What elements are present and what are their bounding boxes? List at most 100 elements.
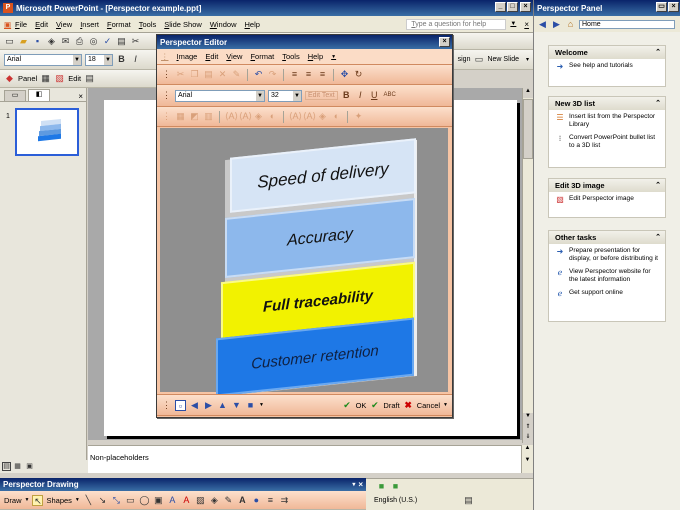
spelling-icon[interactable]: ✓ <box>102 36 113 47</box>
text-color-icon[interactable]: A <box>237 495 248 506</box>
print-icon[interactable]: ⎙ <box>74 36 85 47</box>
chevron-down-icon[interactable]: ▼ <box>259 402 264 408</box>
editor-close-button[interactable]: × <box>439 37 450 47</box>
maximize-button[interactable]: □ <box>507 2 518 12</box>
next-slide-icon[interactable]: ⇓ <box>523 433 533 443</box>
color-icon[interactable]: ◈ <box>253 111 264 122</box>
scroll-down-arrow[interactable]: ▼ <box>523 413 533 423</box>
collapse-icon[interactable]: ⌃ <box>655 46 661 59</box>
notes-pane[interactable]: Non-placeholders <box>88 445 521 473</box>
3d-green-icon[interactable]: ■ <box>376 481 387 492</box>
line-color-icon[interactable]: ✎ <box>223 495 234 506</box>
drawing-options-icon[interactable]: ▾ <box>352 481 355 488</box>
editor-menu-tools[interactable]: Tools <box>278 52 304 61</box>
depth-icon[interactable]: ◩ <box>189 111 200 122</box>
menu-file[interactable]: File <box>11 20 31 29</box>
new-slide-button[interactable]: New Slide <box>487 56 519 63</box>
section-header[interactable]: Other tasks ⌃ <box>549 231 665 244</box>
email-icon[interactable]: ✉ <box>60 36 71 47</box>
line-style-icon[interactable]: ≡ <box>265 495 276 506</box>
task-item[interactable]: ▧ Edit Perspector image <box>549 192 665 207</box>
editor-menu-format[interactable]: Format <box>246 52 278 61</box>
editor-size-select[interactable]: 32 ▼ <box>268 89 302 102</box>
align-right-icon[interactable]: ≡ <box>317 69 328 80</box>
edit-button[interactable]: Edit <box>68 74 81 83</box>
table-icon[interactable]: ▤ <box>84 73 95 84</box>
select-arrow-icon[interactable]: ↖ <box>32 494 44 506</box>
underline-icon[interactable]: U <box>369 90 380 101</box>
font-size-select[interactable]: 18 ▼ <box>85 53 113 66</box>
draft-button[interactable]: Draft <box>383 401 399 410</box>
redo-icon[interactable]: ↷ <box>267 69 278 80</box>
home-label[interactable]: Home <box>579 19 675 29</box>
bold-icon[interactable]: B <box>116 54 127 65</box>
connector-icon[interactable]: ⤡ <box>111 495 122 506</box>
normal-view-icon[interactable]: ▤ <box>2 462 11 471</box>
collapse-icon[interactable]: ⌃ <box>655 179 661 192</box>
undo-icon[interactable]: ↶ <box>253 69 264 80</box>
tilt-left-icon[interactable]: ◀ <box>189 400 200 411</box>
spacing-icon[interactable]: ⟨A⟩ <box>225 111 238 122</box>
italic-icon[interactable]: I <box>130 54 141 65</box>
task-item[interactable]: ➜ See help and tutorials <box>549 59 665 74</box>
vertical-scrollbar[interactable]: ▲ ▼ ⇑ ⇓ <box>522 88 533 443</box>
prev-slide-icon[interactable]: ⇑ <box>523 423 533 433</box>
panel-restore-button[interactable]: ▭ <box>656 2 667 12</box>
draw-menu-button[interactable]: Draw <box>4 496 22 505</box>
bold-icon[interactable]: B <box>341 90 352 101</box>
3d-green2-icon[interactable]: ■ <box>390 481 401 492</box>
italic-icon[interactable]: I <box>355 90 366 101</box>
spelling-icon[interactable]: ABC <box>383 90 397 101</box>
delete-icon[interactable]: ✕ <box>217 69 228 80</box>
notes-scrollbar[interactable]: ▲ ▼ <box>521 445 533 473</box>
task-item[interactable]: ☰ Insert list from the Perspector Library <box>549 110 665 131</box>
text-size2-icon[interactable]: ⟨A⟩ <box>303 111 316 122</box>
align-left-icon[interactable]: ≡ <box>289 69 300 80</box>
save-icon[interactable]: ▪ <box>32 36 43 47</box>
rectangle-icon[interactable]: ▭ <box>125 495 136 506</box>
menu-window[interactable]: Window <box>206 20 241 29</box>
menu-view[interactable]: View <box>52 20 76 29</box>
task-item[interactable]: ℯ Get support online <box>549 286 665 301</box>
fill-icon[interactable]: ◐ <box>267 111 278 122</box>
editor-canvas[interactable]: Speed of delivery Accuracy Full traceabi… <box>160 128 448 397</box>
paste-icon[interactable]: ▤ <box>203 69 214 80</box>
close-pane-icon[interactable]: × <box>78 92 83 101</box>
ok-button[interactable]: OK <box>356 401 367 410</box>
preview-icon[interactable]: ◎ <box>88 36 99 47</box>
slide-thumbnail[interactable] <box>15 108 79 156</box>
cut-icon[interactable]: ✂ <box>175 69 186 80</box>
sorter-view-icon[interactable]: ▦ <box>12 461 23 472</box>
editor-menu-help[interactable]: Help <box>304 52 327 61</box>
arrow-style-icon[interactable]: ⇉ <box>279 495 290 506</box>
picture-icon[interactable]: ▨ <box>195 495 206 506</box>
wordart-icon[interactable]: A <box>167 495 178 506</box>
new-icon[interactable]: ▭ <box>4 36 15 47</box>
scroll-up-arrow[interactable]: ▲ <box>523 88 533 98</box>
scroll-thumb[interactable] <box>523 99 533 159</box>
menu-help[interactable]: Help <box>241 20 264 29</box>
line-icon[interactable]: ╲ <box>83 495 94 506</box>
back-icon[interactable]: ◀ <box>537 19 548 30</box>
doc-close-icon[interactable]: × <box>520 20 533 29</box>
toolbar-options-icon[interactable]: ▾ <box>526 56 529 63</box>
text-size-icon[interactable]: ⟨A⟩ <box>289 111 302 122</box>
shapes-menu-button[interactable]: Shapes <box>46 496 71 505</box>
align-center-icon[interactable]: ≡ <box>303 69 314 80</box>
chevron-down-icon[interactable]: ▼ <box>327 54 340 60</box>
cancel-button[interactable]: Cancel <box>417 401 440 410</box>
format-painter-icon[interactable]: ✎ <box>231 69 242 80</box>
arrow-line-icon[interactable]: ↘ <box>97 495 108 506</box>
fill-color-icon[interactable]: ◈ <box>209 495 220 506</box>
editor-menu-view[interactable]: View <box>222 52 246 61</box>
design-button[interactable]: sign <box>458 56 471 63</box>
slideshow-view-icon[interactable]: ▣ <box>24 461 35 472</box>
task-item[interactable]: ⁝ Convert PowerPoint bullet list to a 3D … <box>549 131 665 152</box>
open-icon[interactable]: ▰ <box>18 36 29 47</box>
close-button[interactable]: × <box>520 2 531 12</box>
shrink-text-icon[interactable]: ⟨A⟩ <box>239 111 252 122</box>
menu-insert[interactable]: Insert <box>76 20 103 29</box>
task-item[interactable]: ℯ View Perspector website for the latest … <box>549 265 665 286</box>
grid-icon[interactable]: ▦ <box>40 73 51 84</box>
menu-format[interactable]: Format <box>103 20 135 29</box>
